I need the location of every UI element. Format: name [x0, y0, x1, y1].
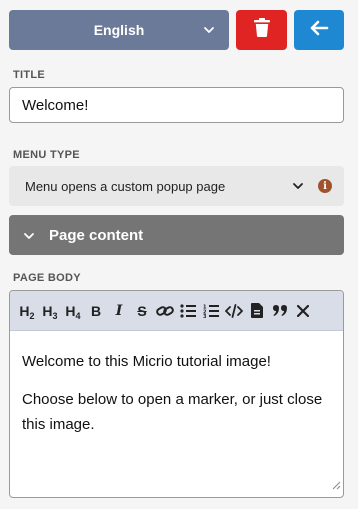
code-icon [225, 303, 243, 318]
bullet-list-icon [180, 303, 196, 318]
bullet-list-button[interactable] [179, 299, 197, 323]
menu-type-value: Menu opens a custom popup page [25, 178, 226, 194]
page-content-section-header[interactable]: Page content [9, 215, 344, 255]
editor-content[interactable]: Welcome to this Micrio tutorial image! C… [10, 331, 343, 437]
bold-button[interactable]: B [87, 299, 105, 323]
resize-handle-icon[interactable] [332, 477, 341, 495]
heading4-button[interactable]: H4 [64, 299, 82, 323]
arrow-left-icon [309, 20, 329, 41]
language-select[interactable]: English [9, 10, 229, 50]
language-select-value: English [93, 22, 145, 38]
numbered-list-button[interactable]: 123 [202, 299, 220, 323]
file-icon [251, 303, 263, 318]
clear-format-button[interactable] [294, 299, 312, 323]
chevron-down-icon [292, 180, 304, 195]
heading2-label: H2 [19, 302, 35, 321]
file-button[interactable] [248, 299, 266, 323]
italic-label: I [115, 302, 123, 319]
back-button[interactable] [294, 10, 344, 50]
quote-icon [272, 304, 288, 317]
trash-icon [253, 18, 270, 42]
close-icon [297, 304, 309, 317]
heading3-label: H3 [42, 302, 58, 321]
italic-button[interactable]: I [110, 299, 128, 323]
page-body-editor[interactable]: H2 H3 H4 B I S 123 Welcome to this Micri… [9, 290, 344, 498]
title-input[interactable]: Welcome! [9, 87, 344, 123]
heading3-button[interactable]: H3 [41, 299, 59, 323]
quote-button[interactable] [271, 299, 289, 323]
heading2-button[interactable]: H2 [18, 299, 36, 323]
menu-type-select[interactable]: Menu opens a custom popup page i [9, 166, 344, 206]
title-label: Title [13, 69, 46, 81]
delete-button[interactable] [236, 10, 287, 50]
title-input-value: Welcome! [22, 96, 89, 114]
link-button[interactable] [156, 299, 174, 323]
svg-text:3: 3 [203, 314, 207, 318]
top-bar: English [9, 10, 344, 50]
body-paragraph-2: Choose below to open a marker, or just c… [22, 391, 323, 433]
link-icon [156, 304, 174, 318]
bold-label: B [90, 302, 102, 319]
info-icon[interactable]: i [318, 179, 332, 193]
chevron-down-icon [203, 23, 215, 39]
code-button[interactable] [225, 299, 243, 323]
page-body-label: Page body [13, 272, 81, 284]
chevron-down-icon [23, 229, 35, 246]
editor-toolbar: H2 H3 H4 B I S 123 [10, 291, 343, 331]
numbered-list-icon: 123 [203, 304, 219, 318]
heading4-label: H4 [65, 302, 81, 321]
strikethrough-button[interactable]: S [133, 299, 151, 323]
menu-type-label: Menu type [13, 149, 80, 161]
section-title: Page content [49, 226, 144, 244]
strikethrough-label: S [137, 302, 147, 319]
body-paragraph-1: Welcome to this Micrio tutorial image! [22, 353, 271, 370]
